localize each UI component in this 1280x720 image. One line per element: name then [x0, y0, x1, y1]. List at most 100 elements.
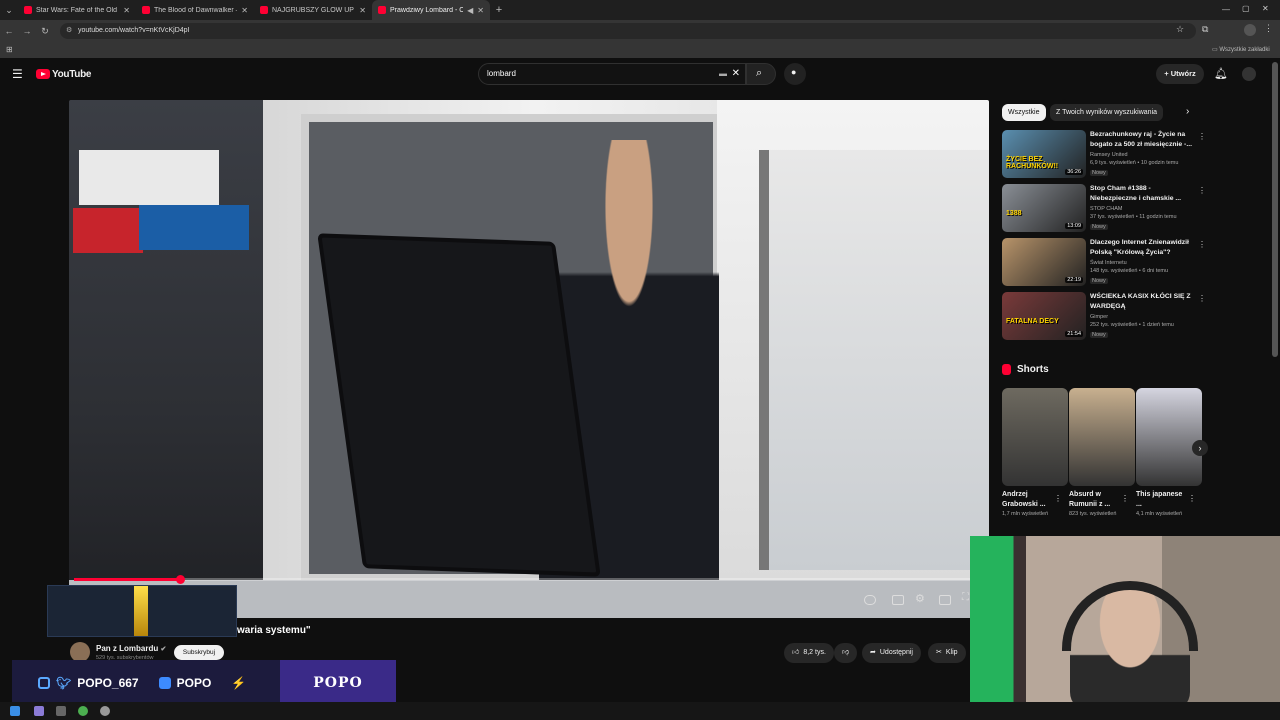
audio-icon[interactable]: ◀ — [467, 6, 473, 15]
taskbar-app-icon[interactable] — [56, 706, 66, 716]
window-close-icon[interactable]: ✕ — [1262, 4, 1269, 13]
url-field[interactable]: ⚙ youtube.com/watch?v=nKtVcKjD4pI — [60, 23, 1196, 39]
hamburger-menu-icon[interactable]: ☰ — [12, 67, 23, 81]
recommendation-thumbnail[interactable]: ŻYCIE BEZ RACHUNKÓW!! 36:26 — [1002, 130, 1086, 178]
more-options-icon[interactable]: ⋮ — [1198, 240, 1206, 249]
subtitles-icon[interactable] — [892, 595, 904, 605]
youtube-logo-icon[interactable] — [36, 69, 50, 79]
chevron-right-icon[interactable]: › — [1186, 106, 1189, 117]
browser-tab-3[interactable]: NAJGRUBSZY GLOW UP RAFATI ✕ — [254, 0, 372, 20]
back-icon[interactable]: ← — [0, 26, 18, 36]
notifications-bell-icon[interactable]: 🔔︎ — [1214, 67, 1228, 80]
voice-search-button[interactable]: ● — [784, 63, 806, 85]
autoplay-toggle-icon[interactable] — [864, 595, 876, 605]
taskbar-app-icon[interactable] — [34, 706, 44, 716]
recommendation-channel[interactable]: Świat Internetu — [1090, 260, 1127, 266]
channel-name-text: Pan z Lombardu — [96, 644, 159, 653]
bookmark-star-icon[interactable]: ☆ — [1176, 24, 1184, 35]
short-title[interactable]: This japanese ... — [1136, 490, 1188, 510]
filter-chip-from-search[interactable]: Z Twoich wyników wyszukiwania — [1050, 104, 1164, 121]
more-options-icon[interactable]: ⋮ — [1188, 494, 1196, 503]
create-button[interactable]: + Utwórz — [1156, 64, 1204, 84]
keyboard-icon[interactable]: ▬ — [719, 64, 727, 84]
all-bookmarks-link[interactable]: ▭ Wszystkie zakładki — [1212, 46, 1270, 53]
channel-name[interactable]: Pan z Lombardu ✔ — [96, 644, 166, 653]
more-options-icon[interactable]: ⋮ — [1198, 294, 1206, 303]
scrubber-handle[interactable] — [175, 575, 185, 584]
dislike-button[interactable]: 👎︎ — [834, 643, 858, 663]
shorts-next-icon[interactable]: › — [1192, 440, 1208, 456]
short-item[interactable]: This japanese ... 4,1 mln wyświetleń ⋮ — [1136, 388, 1202, 518]
chrome-icon[interactable] — [78, 706, 88, 716]
video-title: waria systemu" — [237, 625, 311, 636]
recommendation-thumbnail[interactable]: 22:19 — [1002, 238, 1086, 286]
browser-menu-icon[interactable]: ⋮ — [1264, 23, 1273, 34]
browser-tab-2[interactable]: The Blood of Dawnwalker — Pl ✕ — [136, 0, 254, 20]
twitch-icon: ⚡ — [231, 676, 247, 690]
video-frame-box — [73, 208, 143, 253]
youtube-header: ☰ YouTube lombard ▬ ✕ ⌕ ● + Utwórz 🔔︎ — [0, 58, 1280, 92]
browser-tab-4[interactable]: Prawdziwy Lombard - Odc ◀ ✕ — [372, 0, 490, 20]
short-title[interactable]: Andrzej Grabowski ... — [1002, 490, 1054, 510]
search-button[interactable]: ⌕ — [746, 63, 776, 85]
more-options-icon[interactable]: ⋮ — [1198, 186, 1206, 195]
short-title[interactable]: Absurd w Rumunii z ... — [1069, 490, 1121, 510]
recommendation-title[interactable]: Stop Cham #1388 - Niebezpieczne i chamsk… — [1090, 184, 1194, 203]
recommendation-thumbnail[interactable]: 1388 13:09 — [1002, 184, 1086, 232]
recommendation-channel[interactable]: Gimper — [1090, 314, 1108, 320]
close-tab-icon[interactable]: ✕ — [359, 6, 366, 15]
subscribe-button[interactable]: Subskrybuj — [174, 645, 224, 660]
browser-tab-1[interactable]: Star Wars: Fate of the Old Repu ✕ — [18, 0, 136, 20]
youtube-logo-text[interactable]: YouTube — [52, 69, 92, 80]
new-tab-icon[interactable]: + — [490, 4, 508, 16]
window-maximize-icon[interactable]: ▢ — [1242, 4, 1250, 13]
recommendation-channel[interactable]: Ramsey United — [1090, 152, 1128, 158]
start-icon[interactable] — [10, 706, 20, 716]
like-button[interactable]: 👍︎ 8,2 tys. — [784, 643, 834, 663]
account-avatar[interactable] — [1242, 67, 1256, 81]
taskbar-app-icon[interactable] — [100, 706, 110, 716]
short-item[interactable]: Absurd w Rumunii z ... 823 tys. wyświetle… — [1069, 388, 1135, 518]
video-progress-bar[interactable] — [74, 575, 984, 584]
short-thumbnail[interactable] — [1002, 388, 1068, 486]
apps-grid-icon[interactable]: ⊞ — [6, 45, 13, 54]
recommendation-title[interactable]: WŚCIEKŁA KASIX KŁÓCI SIĘ Z WARDĘGĄ — [1090, 292, 1194, 311]
extensions-icon[interactable]: ⧉ — [1202, 24, 1208, 35]
forward-icon[interactable]: → — [18, 26, 36, 36]
recommendation-title[interactable]: Dlaczego Internet Znienawidził Polską "K… — [1090, 238, 1194, 257]
recommendation-item[interactable]: 22:19 Dlaczego Internet Znienawidził Pols… — [1002, 238, 1206, 288]
short-thumbnail[interactable] — [1069, 388, 1135, 486]
more-options-icon[interactable]: ⋮ — [1121, 494, 1129, 503]
recommendation-thumbnail[interactable]: FATALNA DECY 21:54 — [1002, 292, 1086, 340]
recommendation-channel[interactable]: STOP CHAM — [1090, 206, 1123, 212]
shorts-heading-text: Shorts — [1017, 364, 1049, 375]
short-thumbnail[interactable] — [1136, 388, 1202, 486]
clear-search-icon[interactable]: ✕ — [732, 64, 740, 84]
recommendation-title[interactable]: Bezrachunkowy raj - Życie na bogato za 5… — [1090, 130, 1194, 149]
more-options-icon[interactable]: ⋮ — [1198, 132, 1206, 141]
close-tab-icon[interactable]: ✕ — [241, 6, 248, 15]
more-options-icon[interactable]: ⋮ — [1054, 494, 1062, 503]
recommendation-item[interactable]: 1388 13:09 Stop Cham #1388 - Niebezpieczne… — [1002, 184, 1206, 234]
filter-chip-all[interactable]: Wszystkie — [1002, 104, 1046, 121]
yt-handle: POPO — [176, 676, 212, 690]
recommendation-item[interactable]: ŻYCIE BEZ RACHUNKÓW!! 36:26 Bezrachunkowy … — [1002, 130, 1206, 180]
tab-search-icon[interactable]: ⌄ — [0, 5, 18, 16]
page-scrollbar[interactable] — [1272, 62, 1278, 357]
settings-gear-icon[interactable]: ⚙ — [915, 592, 925, 605]
channel-avatar[interactable] — [70, 642, 90, 662]
reload-icon[interactable]: ↻ — [36, 26, 54, 37]
miniplayer-icon[interactable] — [939, 595, 951, 605]
short-item[interactable]: Andrzej Grabowski ... 1,7 mln wyświetleń ⋮ — [1002, 388, 1068, 518]
profile-icon[interactable] — [1244, 24, 1256, 36]
recommendation-item[interactable]: FATALNA DECY 21:54 WŚCIEKŁA KASIX KŁÓCI SI… — [1002, 292, 1206, 342]
close-tab-icon[interactable]: ✕ — [477, 6, 484, 15]
close-tab-icon[interactable]: ✕ — [123, 6, 130, 15]
site-info-icon[interactable]: ⚙ — [66, 23, 72, 39]
fullscreen-icon[interactable]: ⛶ — [962, 592, 969, 603]
clip-button[interactable]: ✂ Klip — [928, 643, 966, 663]
window-minimize-icon[interactable]: — — [1222, 5, 1230, 14]
search-input[interactable]: lombard ▬ ✕ — [478, 63, 746, 85]
share-button[interactable]: ➦ Udostępnij — [862, 643, 921, 663]
video-player[interactable] — [69, 100, 989, 618]
